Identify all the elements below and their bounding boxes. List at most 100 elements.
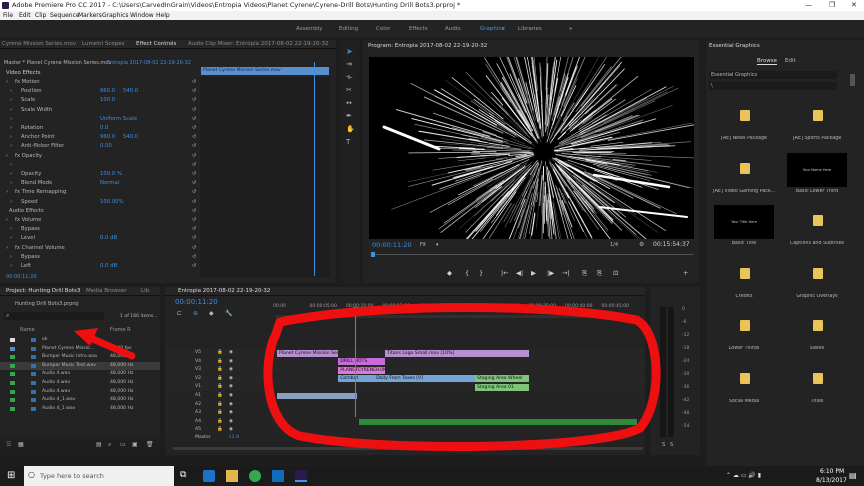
track-label[interactable]: V1 bbox=[195, 383, 201, 391]
effect-row-value[interactable]: 100.0 bbox=[100, 96, 115, 105]
workspace-menu-icon[interactable]: ≡ bbox=[501, 26, 505, 32]
effect-row[interactable]: › fx Motion ↺ bbox=[0, 78, 336, 87]
reset-parameter-icon[interactable]: ↺ bbox=[192, 262, 196, 271]
track-label[interactable]: A4 bbox=[195, 418, 201, 426]
timeline-settings-icon[interactable]: 🔧 bbox=[225, 310, 232, 317]
project-item-row[interactable]: Bumper Music Test.wav 48,000 Hz bbox=[0, 361, 160, 370]
expand-chevron-icon[interactable]: › bbox=[6, 188, 8, 197]
reset-parameter-icon[interactable]: ↺ bbox=[192, 216, 196, 225]
transport-button[interactable]: |← bbox=[501, 269, 509, 277]
expand-chevron-icon[interactable]: › bbox=[10, 124, 12, 133]
effect-row-value[interactable]: 0.0 dB bbox=[100, 262, 117, 271]
menu-clip[interactable]: Clip bbox=[35, 11, 46, 20]
zoom-level-select[interactable]: Fit bbox=[420, 242, 426, 248]
track-lock-icon[interactable]: 🔒 bbox=[217, 383, 223, 391]
track-lock-icon[interactable]: 🔒 bbox=[217, 418, 223, 426]
list-view-icon[interactable]: ☰ bbox=[6, 441, 11, 448]
tab-sequence[interactable]: Entropia 2017-08-02 22-19-20-32 bbox=[178, 288, 270, 294]
reset-parameter-icon[interactable]: ↺ bbox=[192, 96, 196, 105]
track-visibility-icon[interactable]: ◉ bbox=[229, 366, 233, 374]
workspace-audio[interactable]: Audio bbox=[445, 26, 461, 32]
close-button[interactable]: ✕ bbox=[851, 0, 857, 11]
track-label[interactable]: A1 bbox=[195, 392, 201, 400]
effect-row[interactable]: › Position 960.0 540.0 ↺ bbox=[0, 87, 336, 96]
mini-timeline-clip[interactable]: Planet Cyrene Mission Series.mov bbox=[201, 67, 329, 75]
effect-row[interactable]: › Level 0.0 dB ↺ bbox=[0, 234, 336, 243]
snap-icon[interactable]: ⊏ bbox=[177, 310, 182, 317]
expand-chevron-icon[interactable]: › bbox=[10, 115, 12, 124]
timeline-playhead[interactable] bbox=[355, 307, 356, 417]
graphics-template-item[interactable]: Credits bbox=[712, 256, 776, 306]
clear-icon[interactable]: 🗑 bbox=[146, 441, 154, 448]
transport-button[interactable]: } bbox=[479, 269, 483, 277]
workspace-color[interactable]: Color bbox=[376, 26, 390, 32]
effect-row[interactable]: › Left 0.0 dB ↺ bbox=[0, 262, 336, 271]
notifications-icon[interactable]: ▤ bbox=[849, 471, 857, 480]
timeline-clip[interactable]: Staging Area 01 bbox=[475, 383, 529, 391]
project-item-row[interactable]: Audio 4.wav 48,000 Hz bbox=[0, 388, 160, 396]
transport-button[interactable]: ⎘ bbox=[582, 269, 587, 278]
transport-button[interactable]: ▶ bbox=[531, 269, 536, 277]
razor-tool-icon[interactable]: ✂ bbox=[346, 86, 352, 94]
menu-sequence[interactable]: Sequence bbox=[50, 11, 80, 20]
track-lock-icon[interactable]: 🔒 bbox=[217, 358, 223, 366]
program-playhead[interactable] bbox=[371, 252, 375, 257]
effect-row[interactable]: › Opacity 100.0 % ↺ bbox=[0, 170, 336, 179]
icon-view-icon[interactable]: ▦ bbox=[18, 441, 24, 448]
track-lock-icon[interactable]: 🔒 bbox=[217, 375, 223, 383]
column-frame-rate-header[interactable]: Frame R bbox=[110, 327, 131, 333]
track-lock-icon[interactable]: 🔒 bbox=[217, 426, 223, 434]
tab-audio-clip-mixer[interactable]: Audio Clip Mixer: Entropia 2017-08-02 22… bbox=[188, 41, 328, 47]
effect-row[interactable]: › Speed 100.00% ↺ bbox=[0, 198, 336, 207]
track-lock-icon[interactable]: 🔒 bbox=[217, 392, 223, 400]
settings-wrench-icon[interactable]: ⚙ bbox=[639, 241, 644, 248]
expand-chevron-icon[interactable]: › bbox=[10, 262, 12, 271]
timeline-timecode[interactable]: 00:00:11:20 bbox=[175, 298, 218, 306]
automate-to-sequence-icon[interactable]: ▤ bbox=[96, 441, 102, 448]
tray-icons[interactable]: ⌃ ☁ ▭ 🔊 ▮ bbox=[726, 472, 761, 479]
track-label[interactable]: A5 bbox=[195, 426, 201, 434]
program-scrub-bar[interactable] bbox=[371, 254, 693, 255]
reset-parameter-icon[interactable]: ↺ bbox=[192, 225, 196, 234]
expand-chevron-icon[interactable]: › bbox=[10, 161, 12, 170]
minimize-button[interactable]: — bbox=[805, 0, 812, 11]
tab-project[interactable]: Project: Hunting Drill Bots3 bbox=[6, 288, 80, 294]
expand-chevron-icon[interactable]: › bbox=[10, 87, 12, 96]
reset-parameter-icon[interactable]: ↺ bbox=[192, 244, 196, 253]
timeline-clip[interactable]: Staging Area Wheel bbox=[475, 375, 529, 383]
reset-parameter-icon[interactable]: ↺ bbox=[192, 198, 196, 207]
new-bin-icon[interactable]: ▭ bbox=[120, 441, 126, 448]
graphics-template-item[interactable]: Lower Thirds bbox=[712, 308, 776, 358]
playhead-handle[interactable] bbox=[353, 307, 358, 312]
expand-chevron-icon[interactable]: › bbox=[10, 198, 12, 207]
reset-parameter-icon[interactable]: ↺ bbox=[192, 115, 196, 124]
effect-row[interactable]: › Rotation 0.0 ↺ bbox=[0, 124, 336, 133]
timeline-clip[interactable]: DRILL BOTS bbox=[338, 358, 385, 366]
track-visibility-icon[interactable]: ◉ bbox=[229, 358, 233, 366]
project-item-row[interactable]: Bumper Music Intro.wav 48,000 Hz bbox=[0, 353, 160, 361]
outlook-icon[interactable] bbox=[272, 470, 284, 482]
expand-chevron-icon[interactable]: › bbox=[10, 170, 12, 179]
project-item-row[interactable]: Audio 4_1.wav 48,000 Hz bbox=[0, 405, 160, 413]
new-item-icon[interactable]: ▣ bbox=[132, 441, 138, 448]
graphics-source-dropdown[interactable]: Essential Graphics bbox=[709, 71, 837, 79]
timeline-clip[interactable]: Titans Logo Small.mov [10%] bbox=[385, 349, 529, 357]
linked-selection-icon[interactable]: ⊕ bbox=[193, 310, 198, 317]
reset-parameter-icon[interactable]: ↺ bbox=[192, 170, 196, 179]
graphics-template-item[interactable]: Social Media bbox=[712, 361, 776, 411]
workspace-assembly[interactable]: Assembly bbox=[296, 26, 323, 32]
master-volume-value[interactable]: -12.9 bbox=[227, 435, 239, 440]
effect-row[interactable]: › Bypass ↺ bbox=[0, 225, 336, 234]
effect-row-value[interactable]: 0.00 bbox=[100, 142, 112, 151]
effect-row[interactable]: › Scale 100.0 ↺ bbox=[0, 96, 336, 105]
effect-row-value[interactable]: 0.0 dB bbox=[100, 234, 117, 243]
workspace-effects[interactable]: Effects bbox=[409, 26, 428, 32]
tab-source[interactable]: Cyrene Mission Series.mov bbox=[2, 41, 76, 47]
transport-button[interactable]: |▶ bbox=[547, 269, 554, 277]
reset-parameter-icon[interactable]: ↺ bbox=[192, 253, 196, 262]
track-label[interactable]: A3 bbox=[195, 409, 201, 417]
work-area-bar[interactable] bbox=[275, 315, 640, 318]
effect-row[interactable]: Audio Effects ↺ bbox=[0, 207, 336, 216]
windows-start-icon[interactable]: ⊞ bbox=[7, 470, 15, 481]
reset-parameter-icon[interactable]: ↺ bbox=[192, 87, 196, 96]
